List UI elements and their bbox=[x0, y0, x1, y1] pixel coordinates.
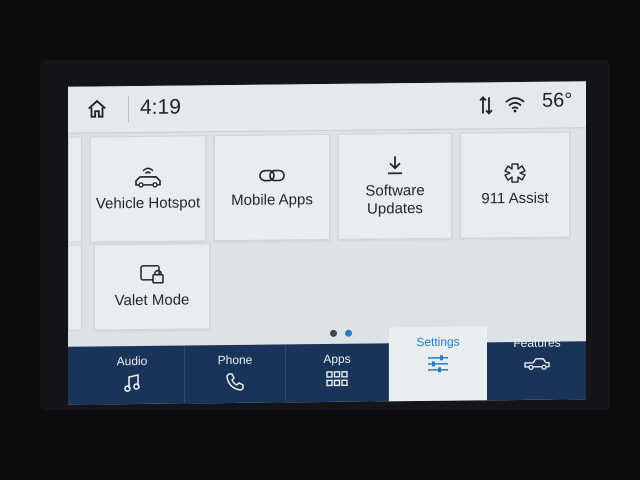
truck-icon bbox=[524, 358, 550, 371]
sliders-icon bbox=[428, 355, 448, 373]
outside-temperature: 56° bbox=[542, 89, 573, 112]
vehicle-hotspot-icon bbox=[135, 167, 161, 188]
offscreen-tile-edge bbox=[68, 136, 82, 243]
nav-tab-label: Apps bbox=[323, 351, 351, 367]
clock: 4:19 bbox=[140, 95, 181, 119]
valet-lock-icon bbox=[140, 265, 164, 284]
phone-icon bbox=[226, 373, 244, 391]
offscreen-tile-edge bbox=[68, 244, 82, 331]
home-icon[interactable] bbox=[86, 98, 108, 120]
nav-tab-apps[interactable]: Apps bbox=[286, 343, 389, 403]
download-icon bbox=[388, 156, 402, 175]
status-divider bbox=[128, 96, 129, 123]
page-dot[interactable] bbox=[330, 329, 337, 337]
page-indicator bbox=[326, 324, 356, 342]
nav-tab-label: Audio bbox=[116, 353, 148, 369]
wifi-icon bbox=[505, 97, 525, 113]
music-note-icon bbox=[124, 373, 140, 392]
status-bar: 4:19 56° bbox=[68, 81, 586, 134]
data-transfer-icon bbox=[479, 96, 493, 115]
nav-tab-label: Settings bbox=[416, 334, 460, 350]
infotainment-screen: 4:19 56° Vehicle Hotspot Mobile Apps Sof… bbox=[68, 81, 586, 405]
tile-mobile-apps[interactable]: Mobile Apps bbox=[214, 133, 330, 242]
tile-software-updates[interactable]: Software Updates bbox=[338, 132, 452, 240]
link-icon bbox=[259, 169, 285, 182]
nav-tab-label: Phone bbox=[217, 352, 253, 368]
tile-911-assist[interactable]: 911 Assist bbox=[460, 131, 570, 239]
tile-valet-mode[interactable]: Valet Mode bbox=[94, 243, 210, 331]
nav-tab-label: Features bbox=[513, 335, 561, 351]
nav-tab-settings[interactable]: Settings bbox=[389, 326, 487, 402]
tile-label: Mobile Apps bbox=[231, 191, 313, 210]
tile-label: 911 Assist bbox=[481, 189, 549, 208]
tile-label: Valet Mode bbox=[114, 291, 190, 310]
tile-label: Software Updates bbox=[365, 181, 425, 218]
apps-grid-icon bbox=[326, 371, 348, 387]
nav-tab-phone[interactable]: Phone bbox=[185, 344, 286, 404]
emergency-assist-icon bbox=[504, 163, 526, 183]
page-dot-active[interactable] bbox=[345, 329, 352, 337]
tile-label: Vehicle Hotspot bbox=[95, 194, 201, 213]
nav-tab-features[interactable]: Features bbox=[488, 336, 586, 400]
nav-tab-audio[interactable]: Audio bbox=[80, 345, 185, 405]
bottom-nav: Audio Phone Apps Settings Features bbox=[68, 326, 586, 405]
tile-vehicle-hotspot[interactable]: Vehicle Hotspot bbox=[90, 135, 206, 243]
